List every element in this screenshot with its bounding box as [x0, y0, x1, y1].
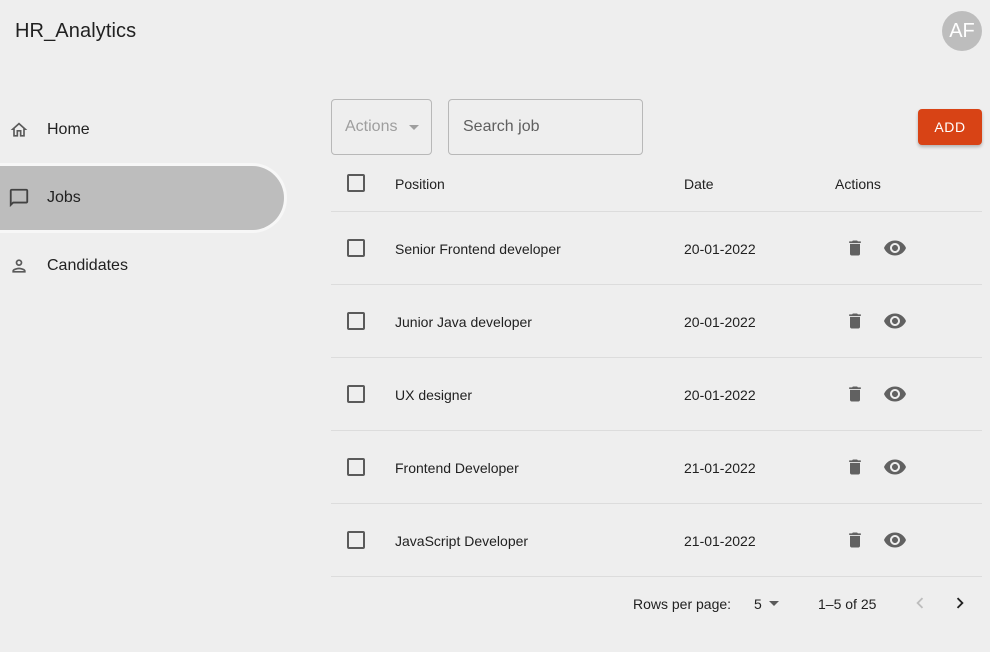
- row-checkbox[interactable]: [347, 385, 365, 403]
- delete-icon[interactable]: [843, 236, 867, 260]
- column-header-date: Date: [684, 176, 714, 192]
- home-icon: [8, 119, 30, 141]
- pagination: Rows per page: 5 1–5 of 25: [331, 577, 982, 629]
- sidebar-item-home[interactable]: Home: [0, 98, 284, 162]
- row-checkbox[interactable]: [347, 312, 365, 330]
- sidebar-item-jobs[interactable]: Jobs: [0, 166, 284, 230]
- delete-icon[interactable]: [843, 382, 867, 406]
- rows-per-page-select[interactable]: 5: [754, 596, 762, 612]
- rows-per-page-label: Rows per page:: [633, 596, 732, 612]
- view-icon[interactable]: [883, 455, 907, 479]
- cell-position: Junior Java developer: [395, 314, 532, 330]
- sidebar-item-label: Jobs: [47, 189, 81, 206]
- cell-position: JavaScript Developer: [395, 533, 529, 549]
- table-row[interactable]: JavaScript Developer 21-01-2022: [331, 504, 982, 577]
- chat-icon: [8, 187, 30, 209]
- sidebar-item-label: Home: [47, 121, 90, 138]
- avatar-initials: AF: [949, 19, 975, 42]
- row-checkbox[interactable]: [347, 239, 365, 257]
- view-icon[interactable]: [883, 236, 907, 260]
- person-icon: [8, 255, 30, 277]
- cell-position: Frontend Developer: [395, 460, 519, 476]
- chevron-right-icon[interactable]: [948, 591, 972, 615]
- cell-date: 20-01-2022: [684, 314, 756, 330]
- row-checkbox[interactable]: [347, 458, 365, 476]
- cell-date: 20-01-2022: [684, 387, 756, 403]
- table-row[interactable]: Frontend Developer 21-01-2022: [331, 431, 982, 504]
- select-all-checkbox[interactable]: [347, 174, 365, 192]
- chevron-down-icon: [409, 125, 419, 130]
- delete-icon[interactable]: [843, 309, 867, 333]
- delete-icon[interactable]: [843, 455, 867, 479]
- table-row[interactable]: Senior Frontend developer 20-01-2022: [331, 212, 982, 285]
- search-input[interactable]: [449, 100, 642, 154]
- column-header-position: Position: [395, 176, 445, 192]
- cell-position: Senior Frontend developer: [395, 241, 561, 257]
- jobs-table: Position Date Actions Senior Frontend de…: [331, 155, 982, 577]
- cell-date: 20-01-2022: [684, 241, 756, 257]
- cell-date: 21-01-2022: [684, 460, 756, 476]
- add-button[interactable]: ADD: [918, 109, 982, 145]
- avatar[interactable]: AF: [942, 11, 982, 51]
- chevron-down-icon[interactable]: [769, 601, 779, 606]
- column-header-actions: Actions: [835, 176, 881, 192]
- search-field: [448, 99, 643, 155]
- table-header-row: Position Date Actions: [331, 155, 982, 212]
- view-icon[interactable]: [883, 382, 907, 406]
- sidebar-item-label: Candidates: [47, 257, 128, 274]
- table-row[interactable]: Junior Java developer 20-01-2022: [331, 285, 982, 358]
- cell-position: UX designer: [395, 387, 473, 403]
- app-title: HR_Analytics: [15, 20, 137, 42]
- delete-icon[interactable]: [843, 528, 867, 552]
- view-icon[interactable]: [883, 309, 907, 333]
- actions-select-value: Actions: [345, 118, 398, 135]
- app-root: HR_Analytics AF Home Jobs Candidates Act…: [0, 0, 990, 652]
- actions-select[interactable]: Actions: [331, 99, 432, 155]
- view-icon[interactable]: [883, 528, 907, 552]
- chevron-left-icon[interactable]: [908, 591, 932, 615]
- pagination-range: 1–5 of 25: [818, 596, 877, 612]
- cell-date: 21-01-2022: [684, 533, 756, 549]
- row-checkbox[interactable]: [347, 531, 365, 549]
- sidebar-item-candidates[interactable]: Candidates: [0, 234, 284, 298]
- table-row[interactable]: UX designer 20-01-2022: [331, 358, 982, 431]
